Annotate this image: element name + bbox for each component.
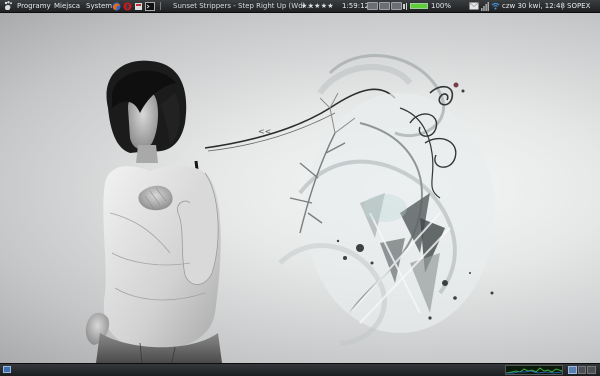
battery-fill: [411, 4, 427, 8]
mail-icon[interactable]: [469, 2, 479, 10]
star-rating-icon[interactable]: ★★★★★: [301, 0, 334, 12]
terminal-icon[interactable]: [145, 2, 155, 11]
clock[interactable]: czw 30 kwi, 12:48: [502, 0, 565, 12]
opera-icon[interactable]: [123, 2, 132, 11]
menu-system[interactable]: System: [86, 0, 112, 12]
user-menu[interactable]: SOPEX: [567, 0, 590, 12]
workspace-switcher-icon[interactable]: [568, 366, 597, 374]
next-track-button[interactable]: [391, 2, 402, 10]
wallpaper-art: <<: [85, 54, 495, 363]
cpu-monitor-icon[interactable]: [505, 365, 563, 375]
panel-separator: [562, 2, 563, 10]
menu-places[interactable]: Miejsca: [54, 0, 80, 12]
top-panel: Programy Miejsca System Sunset Strippers…: [0, 0, 600, 13]
wallpaper-figure: [85, 60, 222, 363]
svg-text:<<: <<: [258, 127, 271, 136]
workspace-1[interactable]: [568, 366, 577, 374]
wireless-icon[interactable]: [491, 2, 500, 10]
previous-track-button[interactable]: [367, 2, 378, 10]
bottom-panel: [0, 363, 600, 376]
workspace-2[interactable]: [577, 366, 587, 374]
battery-icon[interactable]: [410, 3, 428, 9]
app-launcher-icon[interactable]: [134, 2, 143, 10]
desktop-background: <<: [0, 13, 600, 363]
workspace-3[interactable]: [587, 366, 597, 374]
network-icon[interactable]: [481, 2, 489, 11]
gnome-foot-icon[interactable]: [3, 0, 13, 12]
volume-icon[interactable]: [402, 2, 408, 10]
menu-applications[interactable]: Programy: [17, 0, 51, 12]
play-pause-button[interactable]: [379, 2, 390, 10]
time-elapsed: 1:59:12: [342, 2, 369, 10]
now-playing-title[interactable]: Sunset Strippers - Step Right Up (Wdl ..…: [173, 0, 314, 12]
panel-separator: [160, 2, 161, 10]
show-desktop-icon[interactable]: [3, 366, 11, 373]
firefox-icon[interactable]: [112, 2, 121, 11]
battery-percent: 100%: [431, 2, 452, 10]
